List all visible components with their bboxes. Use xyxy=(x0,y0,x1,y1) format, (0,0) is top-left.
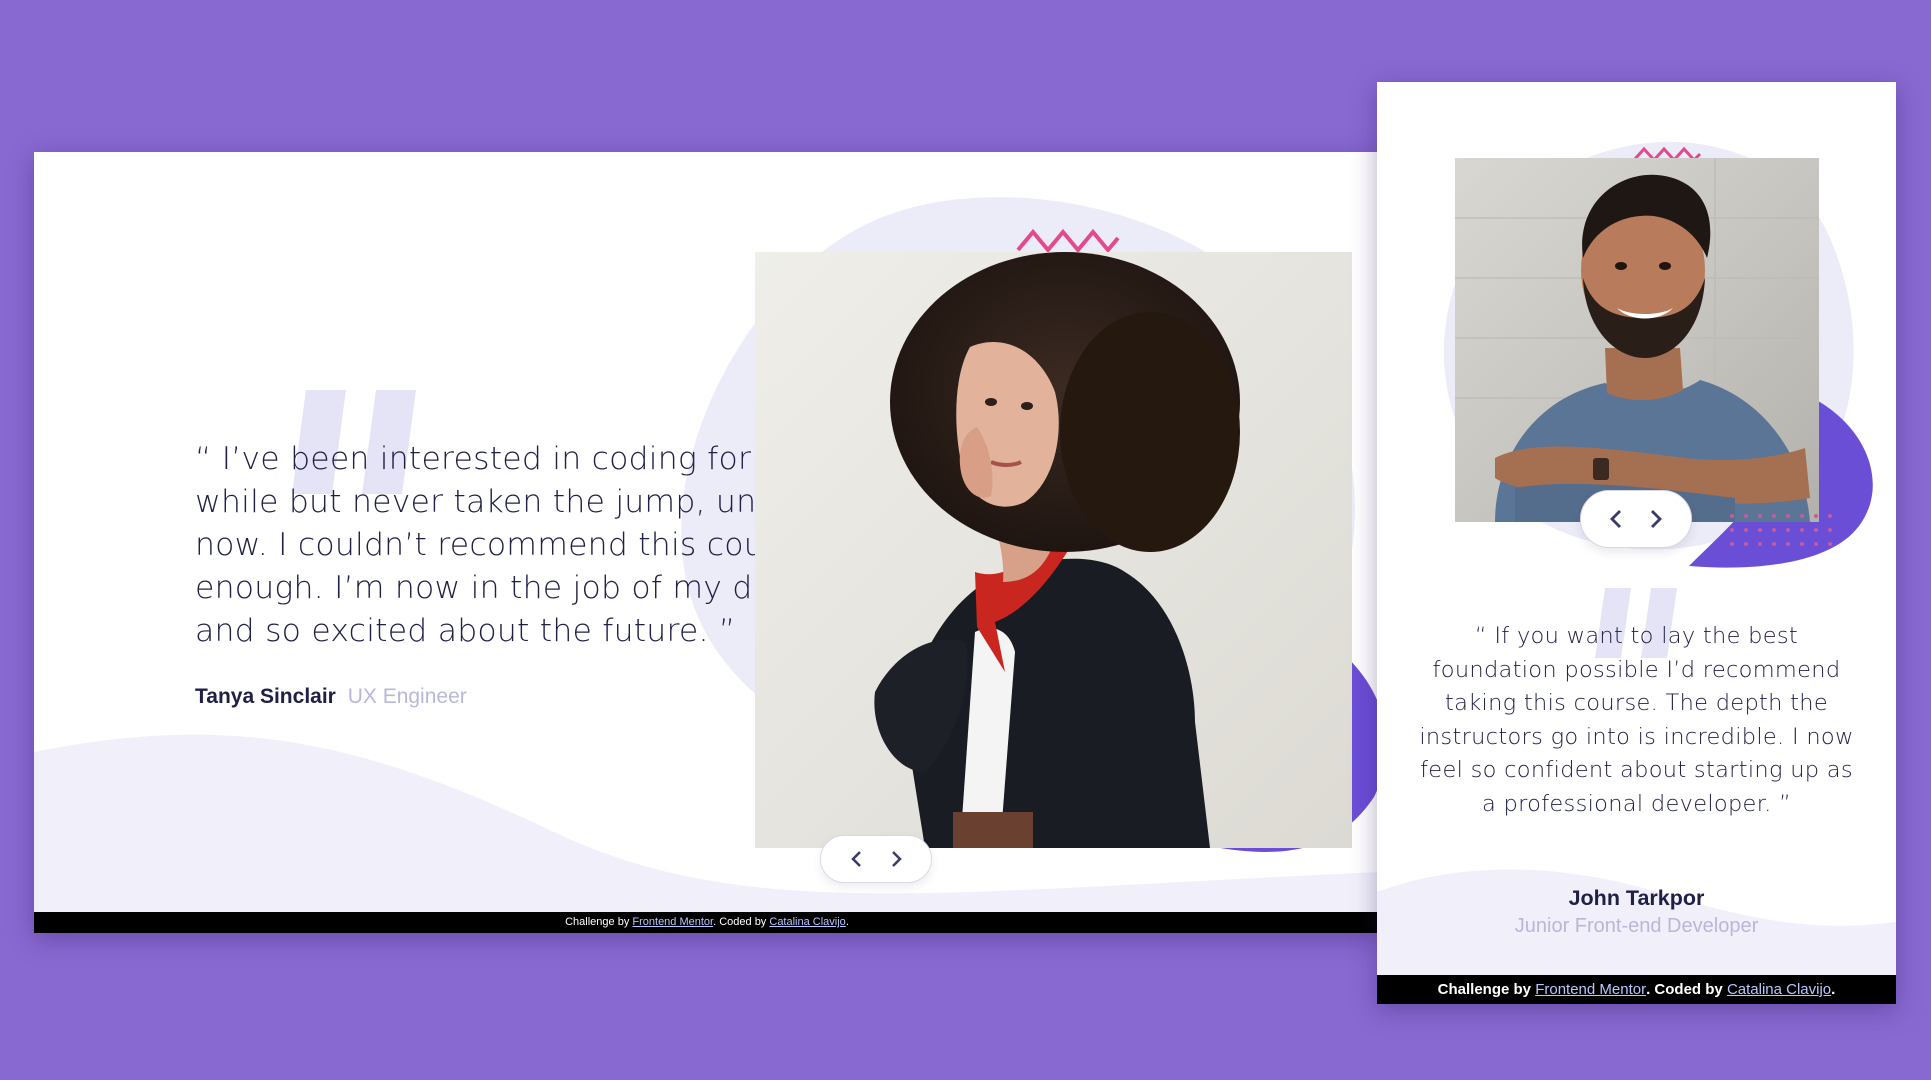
testimonial-photo xyxy=(1455,158,1819,522)
desktop-preview: “ I’ve been interested in coding for a w… xyxy=(34,152,1380,933)
testimonial-photo xyxy=(755,252,1352,848)
author-profile-link[interactable]: Catalina Clavijo xyxy=(1727,981,1831,998)
testimonial-author: Tanya Sinclair UX Engineer xyxy=(195,685,467,709)
chevron-right-icon xyxy=(1651,510,1662,528)
zigzag-pattern-decoration xyxy=(1016,228,1120,254)
author-role: UX Engineer xyxy=(347,685,467,708)
footer-text: Challenge by xyxy=(1437,981,1536,998)
chevron-left-icon xyxy=(850,851,861,867)
previous-button[interactable] xyxy=(1602,505,1630,533)
author-name: John Tarkpor xyxy=(1568,886,1705,910)
slider-controls xyxy=(1580,490,1692,548)
attribution-footer: Challenge by Frontend Mentor. Coded by C… xyxy=(34,912,1380,933)
footer-text: . xyxy=(1831,981,1836,998)
chevron-left-icon xyxy=(1610,510,1621,528)
author-profile-link[interactable]: Catalina Clavijo xyxy=(769,916,845,928)
next-button[interactable] xyxy=(1643,505,1671,533)
footer-text: Challenge by xyxy=(565,916,633,928)
woman-with-curly-hair-photo xyxy=(755,252,1352,848)
footer-text: . Coded by xyxy=(713,916,770,928)
frontend-mentor-link[interactable]: Frontend Mentor xyxy=(632,916,713,928)
mobile-preview: “ If you want to lay the best foundation… xyxy=(1377,82,1896,1004)
frontend-mentor-link[interactable]: Frontend Mentor xyxy=(1535,981,1646,998)
attribution-footer: Challenge by Frontend Mentor. Coded by C… xyxy=(1377,975,1896,1004)
slider-controls xyxy=(820,835,932,883)
previous-button[interactable] xyxy=(842,845,870,873)
dot-pattern-decoration xyxy=(1730,514,1832,546)
footer-text: . xyxy=(845,916,849,928)
smiling-man-photo xyxy=(1455,158,1819,522)
author-role: Junior Front-end Developer xyxy=(1514,915,1759,937)
chevron-right-icon xyxy=(891,851,902,867)
next-button[interactable] xyxy=(883,845,911,873)
author-name: Tanya Sinclair xyxy=(195,685,336,708)
footer-text: . Coded by xyxy=(1646,981,1727,998)
testimonial-quote: “ If you want to lay the best foundation… xyxy=(1419,623,1854,817)
